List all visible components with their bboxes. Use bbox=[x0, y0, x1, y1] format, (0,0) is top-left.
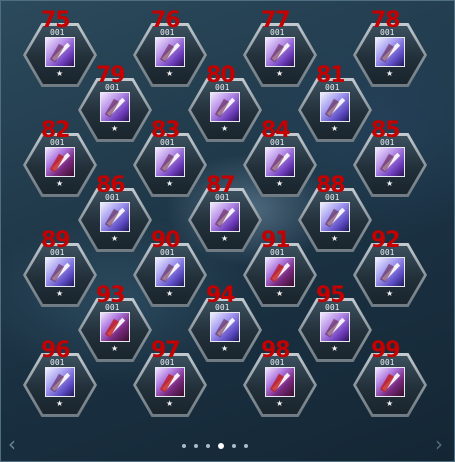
star-icon: ★ bbox=[386, 399, 394, 408]
skill-icon bbox=[45, 37, 75, 67]
star-icon: ★ bbox=[386, 69, 394, 78]
star-icon: ★ bbox=[221, 344, 229, 353]
skill-icon bbox=[45, 257, 75, 287]
skill-icon bbox=[265, 37, 295, 67]
skill-icon bbox=[320, 312, 350, 342]
star-icon: ★ bbox=[56, 179, 64, 188]
slot-number: 89 bbox=[41, 228, 71, 253]
page-dot-6[interactable] bbox=[244, 444, 248, 448]
skill-icon bbox=[210, 202, 240, 232]
skill-icon bbox=[100, 92, 130, 122]
slot-number: 88 bbox=[316, 173, 346, 198]
slot-number: 85 bbox=[371, 118, 401, 143]
slot-number: 79 bbox=[96, 63, 126, 88]
star-icon: ★ bbox=[166, 289, 174, 298]
star-icon: ★ bbox=[276, 179, 284, 188]
skill-icon bbox=[100, 312, 130, 342]
slot-number: 99 bbox=[371, 338, 401, 363]
skill-icon bbox=[155, 257, 185, 287]
page-dot-1[interactable] bbox=[182, 444, 186, 448]
chevron-left-icon[interactable]: ‹ bbox=[8, 434, 16, 454]
slot-number: 96 bbox=[41, 338, 71, 363]
slot-number: 86 bbox=[96, 173, 126, 198]
skill-icon bbox=[375, 257, 405, 287]
star-icon: ★ bbox=[386, 179, 394, 188]
skill-icon bbox=[210, 312, 240, 342]
page-dot-5[interactable] bbox=[232, 444, 236, 448]
skill-icon bbox=[375, 37, 405, 67]
star-icon: ★ bbox=[276, 399, 284, 408]
skill-icon bbox=[155, 367, 185, 397]
skill-icon bbox=[320, 92, 350, 122]
skill-icon bbox=[265, 147, 295, 177]
star-icon: ★ bbox=[331, 344, 339, 353]
slot-number: 76 bbox=[151, 8, 181, 33]
skill-icon bbox=[320, 202, 350, 232]
star-icon: ★ bbox=[56, 289, 64, 298]
slot-number: 94 bbox=[206, 283, 236, 308]
page-indicator bbox=[182, 442, 248, 450]
star-icon: ★ bbox=[166, 399, 174, 408]
skill-icon bbox=[210, 92, 240, 122]
chevron-right-icon[interactable]: › bbox=[435, 434, 443, 454]
skill-slot[interactable]: 001 ★ 96 bbox=[23, 340, 97, 417]
star-icon: ★ bbox=[166, 179, 174, 188]
star-icon: ★ bbox=[221, 124, 229, 133]
skill-slot[interactable]: 001 ★ 97 bbox=[133, 340, 207, 417]
star-icon: ★ bbox=[56, 69, 64, 78]
star-icon: ★ bbox=[111, 124, 119, 133]
page-dot-4-active[interactable] bbox=[218, 443, 224, 449]
skill-icon bbox=[265, 367, 295, 397]
skill-icon bbox=[375, 147, 405, 177]
slot-number: 98 bbox=[261, 338, 291, 363]
slot-number: 81 bbox=[316, 63, 346, 88]
skill-icon bbox=[375, 367, 405, 397]
page-dot-2[interactable] bbox=[194, 444, 198, 448]
slot-number: 78 bbox=[371, 8, 401, 33]
skill-icon bbox=[45, 367, 75, 397]
slot-number: 93 bbox=[96, 283, 126, 308]
skill-icon bbox=[155, 37, 185, 67]
slot-number: 90 bbox=[151, 228, 181, 253]
star-icon: ★ bbox=[111, 234, 119, 243]
slot-number: 77 bbox=[261, 8, 291, 33]
star-icon: ★ bbox=[386, 289, 394, 298]
star-icon: ★ bbox=[331, 234, 339, 243]
slot-number: 83 bbox=[151, 118, 181, 143]
skill-slot[interactable]: 001 ★ 98 bbox=[243, 340, 317, 417]
star-icon: ★ bbox=[111, 344, 119, 353]
slot-number: 92 bbox=[371, 228, 401, 253]
skill-slot[interactable]: 001 ★ 99 bbox=[353, 340, 427, 417]
page-dot-3[interactable] bbox=[206, 444, 210, 448]
skill-icon bbox=[265, 257, 295, 287]
star-icon: ★ bbox=[56, 399, 64, 408]
slot-number: 84 bbox=[261, 118, 291, 143]
skill-icon bbox=[155, 147, 185, 177]
star-icon: ★ bbox=[221, 234, 229, 243]
skill-icon bbox=[100, 202, 130, 232]
star-icon: ★ bbox=[331, 124, 339, 133]
slot-number: 87 bbox=[206, 173, 236, 198]
slot-number: 75 bbox=[41, 8, 71, 33]
star-icon: ★ bbox=[166, 69, 174, 78]
slot-number: 97 bbox=[151, 338, 181, 363]
slot-number: 82 bbox=[41, 118, 71, 143]
skill-icon bbox=[45, 147, 75, 177]
skill-grid-panel: { "slots": [ {"number": "75", "code": "0… bbox=[0, 0, 455, 462]
slot-number: 80 bbox=[206, 63, 236, 88]
slot-number: 91 bbox=[261, 228, 291, 253]
star-icon: ★ bbox=[276, 289, 284, 298]
slot-number: 95 bbox=[316, 283, 346, 308]
star-icon: ★ bbox=[276, 69, 284, 78]
